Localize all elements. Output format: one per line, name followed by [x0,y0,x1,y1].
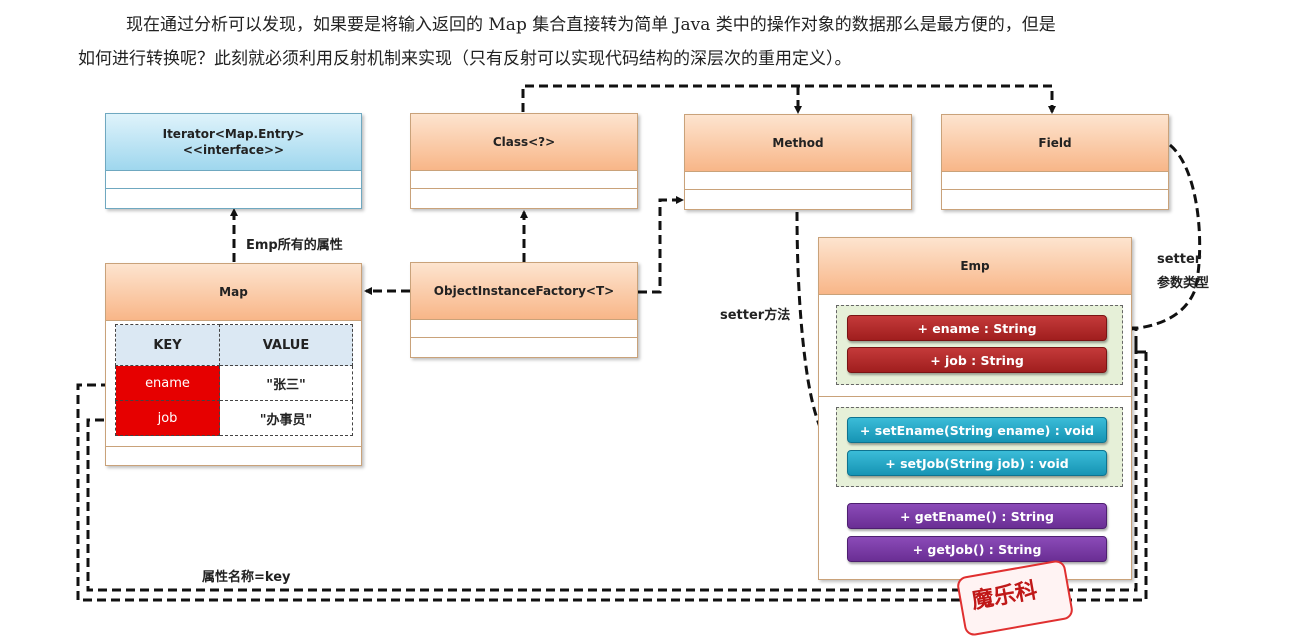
method-header: Method [685,115,911,172]
iterator-stereotype: <<interface>> [182,143,285,157]
map-header: Map [106,264,361,321]
getter-job-pill: + getJob() : String [847,536,1107,562]
field-ename-pill: + ename : String [847,315,1107,341]
label-attr-name-key: 属性名称=key [202,570,291,585]
map-table-header-row: KEY VALUE [115,324,353,366]
class-box: Class<?> [410,113,638,209]
iterator-title: Iterator<Map.Entry> [162,127,305,141]
method-attrs-section [685,172,911,190]
label-param-type: 参数类型 [1157,276,1210,291]
map-box: Map KEY VALUE ename "张三" job "办事员" [105,263,362,466]
key-column-header: KEY [115,324,220,366]
map-key-value-table: KEY VALUE ename "张三" job "办事员" [115,324,353,436]
emp-box: Emp + ename : String + job : String + se… [818,237,1132,580]
map-value-cell: "张三" [219,365,353,401]
method-box: Method [684,114,912,210]
field-header: Field [942,115,1168,172]
method-methods-section [685,190,911,208]
map-table-row: ename "张三" [115,365,353,401]
map-methods-divider [106,446,361,447]
field-job-pill: + job : String [847,347,1107,373]
factory-attrs-section [411,320,637,338]
arrow-factory-to-method [638,196,684,294]
factory-methods-section [411,338,637,356]
iterator-class-box: Iterator<Map.Entry> <<interface>> [105,113,362,209]
field-methods-section [942,190,1168,208]
class-attrs-section [411,171,637,189]
emp-header: Emp [819,238,1131,295]
class-methods-section [411,189,637,207]
value-column-header: VALUE [219,324,353,366]
map-key-cell: job [115,400,220,436]
setter-ename-pill: + setEname(String ename) : void [847,417,1107,443]
factory-box: ObjectInstanceFactory<T> [410,262,638,358]
arrow-class-to-method-field [521,84,1056,114]
setter-job-pill: + setJob(String job) : void [847,450,1107,476]
getter-ename-pill: + getEname() : String [847,503,1107,529]
label-setter-method: setter方法 [720,308,791,323]
factory-header: ObjectInstanceFactory<T> [411,263,637,320]
label-setter: setter [1157,252,1202,267]
iterator-methods-section [106,189,361,207]
label-emp-attrs: Emp所有的属性 [246,238,343,253]
field-box: Field [941,114,1169,210]
class-header: Class<?> [411,114,637,171]
iterator-header: Iterator<Map.Entry> <<interface>> [106,114,361,171]
field-attrs-section [942,172,1168,190]
map-table-row: job "办事员" [115,400,353,436]
map-value-cell: "办事员" [219,400,353,436]
emp-divider [819,396,1131,397]
map-key-cell: ename [115,365,220,401]
iterator-attrs-section [106,171,361,189]
